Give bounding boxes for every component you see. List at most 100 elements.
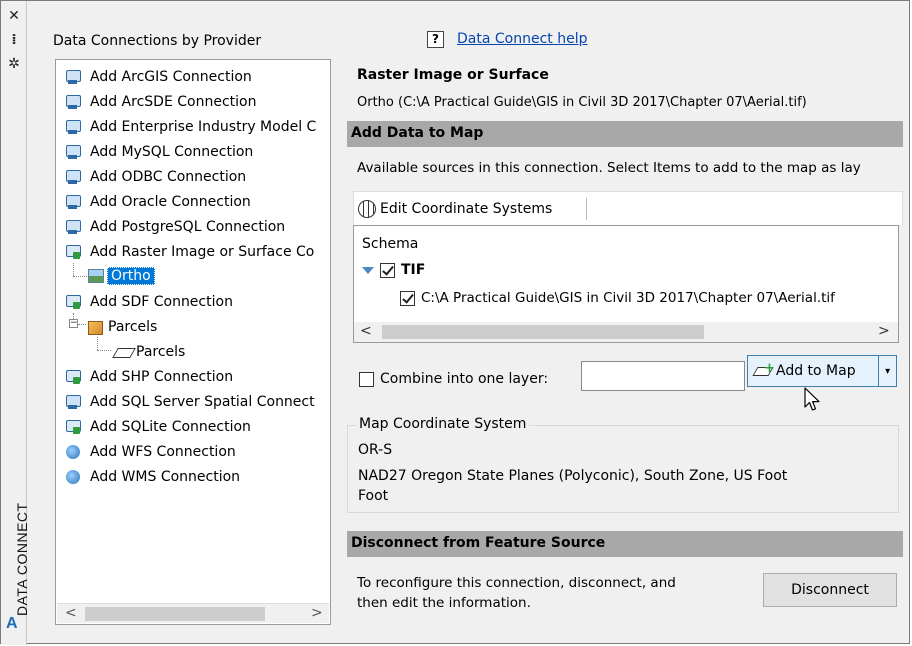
tree-item-parcels-layer[interactable]: Parcels [114, 341, 185, 363]
tree-item-label: Add Oracle Connection [90, 194, 251, 210]
add-to-map-button[interactable]: Add to Map [748, 356, 878, 386]
feature-class-icon [86, 318, 104, 336]
tree-connector [73, 276, 87, 277]
palette-strip: ✕ ⁞ ✲ DATA CONNECT A [1, 1, 30, 645]
web-globe-icon [64, 468, 82, 486]
tree-item-label: Add MySQL Connection [90, 144, 254, 160]
file-connection-icon [64, 368, 82, 386]
file-connection-icon [64, 418, 82, 436]
tree-item-sqlserver[interactable]: Add SQL Server Spatial Connect [64, 391, 315, 413]
tree-item-label: Add Enterprise Industry Model C [90, 119, 317, 135]
tree-item-mysql[interactable]: Add MySQL Connection [64, 141, 253, 163]
tree-item-wfs[interactable]: Add WFS Connection [64, 441, 236, 463]
expand-triangle-icon[interactable] [362, 266, 374, 274]
tree-item-label: Add SDF Connection [90, 294, 233, 310]
tree-item-label: Parcels [136, 344, 186, 360]
tree-item-postgresql[interactable]: Add PostgreSQL Connection [64, 216, 285, 238]
schema-horizontal-scrollbar[interactable]: < > [354, 322, 898, 342]
file-checkbox[interactable] [400, 290, 415, 306]
scroll-thumb[interactable] [382, 325, 704, 339]
tree-item-label: Add SHP Connection [90, 369, 234, 385]
tree-item-enterprise[interactable]: Add Enterprise Industry Model C [64, 116, 316, 138]
data-connect-window: ✕ ⁞ ✲ DATA CONNECT A Data Connections by… [0, 0, 910, 645]
tree-item-label: Add WMS Connection [90, 469, 241, 485]
tree-item-wms[interactable]: Add WMS Connection [64, 466, 240, 488]
collapse-icon[interactable]: − [69, 319, 78, 328]
disconnect-button[interactable]: Disconnect [763, 573, 897, 607]
edit-coordinate-systems-label: Edit Coordinate Systems [380, 201, 553, 217]
db-connection-icon [64, 168, 82, 186]
disconnect-instructions: To reconfigure this connection, disconne… [357, 573, 737, 613]
properties-icon[interactable]: ✲ [5, 55, 23, 73]
tif-checkbox[interactable] [380, 262, 395, 278]
tree-item-oracle[interactable]: Add Oracle Connection [64, 191, 251, 213]
chevron-down-icon[interactable]: ▾ [879, 366, 896, 377]
db-connection-icon [64, 218, 82, 236]
scroll-left-icon[interactable]: < [360, 323, 372, 339]
combine-layer-option[interactable]: Combine into one layer: [359, 371, 548, 387]
db-connection-icon [64, 118, 82, 136]
tree-item-raster[interactable]: Add Raster Image or Surface Co [64, 241, 314, 263]
mouse-cursor-icon [804, 387, 820, 411]
polygon-layer-icon [114, 343, 132, 361]
tree-item-label: Add ArcSDE Connection [90, 94, 257, 110]
tree-item-label: Add ArcGIS Connection [90, 69, 252, 85]
providers-title: Data Connections by Provider [53, 33, 262, 49]
schema-node-tif[interactable]: TIF [362, 262, 425, 278]
raster-image-icon [88, 269, 104, 283]
scroll-right-icon[interactable]: > [878, 323, 890, 339]
tree-item-arcgis[interactable]: Add ArcGIS Connection [64, 66, 252, 88]
db-connection-icon [64, 193, 82, 211]
tree-horizontal-scrollbar[interactable]: < > [57, 603, 329, 623]
tree-connector [97, 337, 98, 350]
add-data-instructions: Available sources in this connection. Se… [357, 160, 861, 176]
tree-item-label: Add ODBC Connection [90, 169, 247, 185]
tree-item-label: Add PostgreSQL Connection [90, 219, 286, 235]
provider-tree: Add ArcGIS Connection Add ArcSDE Connect… [55, 59, 331, 625]
add-data-section-header: Add Data to Map [347, 121, 903, 147]
coordinate-system-code: OR-S [358, 442, 393, 458]
tree-item-label: Parcels [108, 319, 158, 335]
scroll-left-icon[interactable]: < [65, 605, 77, 621]
disconnect-text-line: then edit the information. [357, 595, 531, 611]
tree-item-parcels-class[interactable]: Parcels [86, 316, 157, 338]
schema-file-item[interactable]: C:\A Practical Guide\GIS in Civil 3D 201… [400, 290, 835, 306]
add-layer-icon [754, 361, 775, 377]
tree-item-arcsde[interactable]: Add ArcSDE Connection [64, 91, 256, 113]
globe-icon [358, 200, 376, 218]
tree-item-label: Add SQL Server Spatial Connect [90, 394, 315, 410]
coordinate-system-description-cont: Foot [358, 488, 389, 504]
tree-item-label: Add SQLite Connection [90, 419, 251, 435]
help-icon[interactable]: ? [427, 31, 444, 48]
edit-coordinate-systems-button[interactable]: Edit Coordinate Systems [358, 198, 552, 220]
tree-item-shp[interactable]: Add SHP Connection [64, 366, 233, 388]
db-connection-icon [64, 143, 82, 161]
tree-item-label: Add WFS Connection [90, 444, 236, 460]
schema-toolbar: Edit Coordinate Systems [353, 191, 903, 225]
source-path: Ortho (C:\A Practical Guide\GIS in Civil… [357, 95, 807, 110]
tree-item-sdf[interactable]: Add SDF Connection [64, 291, 233, 313]
combine-checkbox[interactable] [359, 371, 374, 387]
help-link[interactable]: Data Connect help [457, 31, 587, 47]
app-logo-icon: A [6, 615, 18, 632]
schema-header: Schema [362, 236, 419, 252]
add-to-map-label: Add to Map [776, 363, 856, 379]
toolbar-separator [586, 198, 587, 220]
scroll-thumb[interactable] [85, 607, 265, 621]
raster-connection-icon [64, 243, 82, 261]
schema-file-label: C:\A Practical Guide\GIS in Civil 3D 201… [421, 290, 835, 306]
tree-item-ortho[interactable]: Ortho [88, 265, 155, 287]
map-coordinate-system-group: Map Coordinate System OR-S NAD27 Oregon … [347, 416, 899, 513]
scroll-right-icon[interactable]: > [311, 605, 323, 621]
add-to-map-split-button[interactable]: Add to Map ▾ [747, 355, 897, 387]
combine-label: Combine into one layer: [380, 371, 549, 387]
combined-layer-name-input[interactable] [581, 361, 745, 391]
tree-connector [78, 324, 86, 325]
close-icon[interactable]: ✕ [5, 7, 23, 25]
disconnect-text-line: To reconfigure this connection, disconne… [357, 575, 676, 591]
tree-item-odbc[interactable]: Add ODBC Connection [64, 166, 246, 188]
tree-item-sqlite[interactable]: Add SQLite Connection [64, 416, 251, 438]
auto-hide-icon[interactable]: ⁞ [5, 31, 23, 49]
db-connection-icon [64, 68, 82, 86]
coordinate-system-description: NAD27 Oregon State Planes (Polyconic), S… [358, 468, 788, 484]
